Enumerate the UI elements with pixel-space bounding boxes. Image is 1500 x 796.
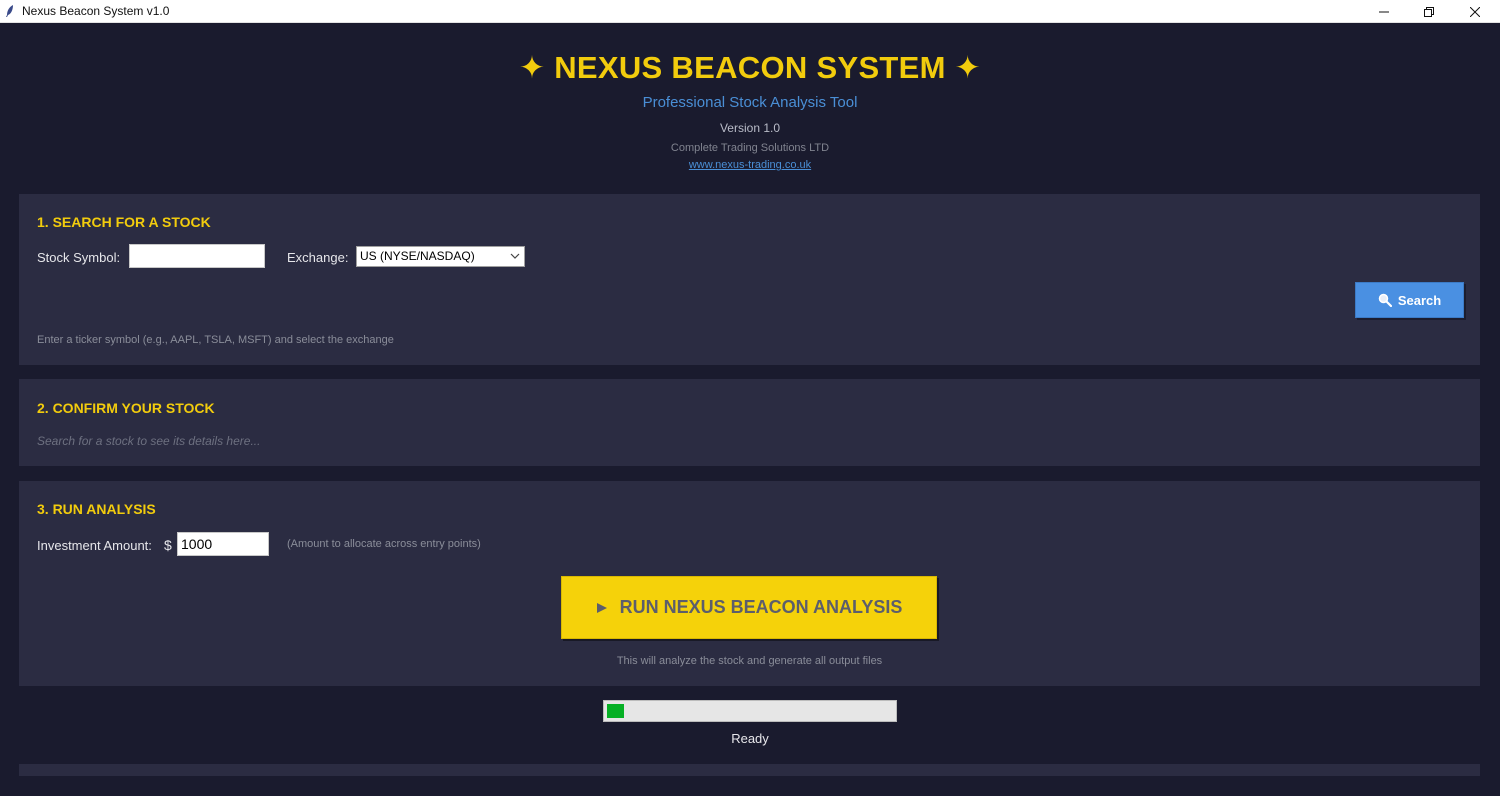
stock-details-placeholder: Search for a stock to see its details he… (37, 434, 261, 448)
investment-hint: (Amount to allocate across entry points) (287, 538, 481, 550)
restore-icon (1424, 6, 1434, 17)
version-label: Version 1.0 (719, 121, 781, 135)
play-icon (596, 602, 607, 613)
search-panel: 1. SEARCH FOR A STOCK Stock Symbol: Exch… (19, 194, 1480, 365)
search-button[interactable]: Search (1355, 282, 1464, 318)
minimize-icon (1379, 11, 1389, 12)
company-label: Complete Trading Solutions LTD (670, 142, 830, 154)
search-icon (1378, 293, 1392, 307)
analysis-section-title: 3. RUN ANALYSIS (37, 501, 156, 517)
run-analysis-label: RUN NEXUS BEACON ANALYSIS (619, 597, 903, 617)
website-link[interactable]: www.nexus-trading.co.uk (689, 159, 811, 171)
app-title: ✦ NEXUS BEACON SYSTEM ✦ (519, 50, 981, 85)
run-hint: This will analyze the stock and generate… (616, 655, 883, 667)
run-analysis-button[interactable]: RUN NEXUS BEACON ANALYSIS (561, 576, 937, 639)
analysis-panel: 3. RUN ANALYSIS Investment Amount: $ (Am… (19, 481, 1480, 686)
close-button[interactable] (1452, 0, 1498, 23)
search-button-label: Search (1397, 292, 1442, 308)
exchange-select[interactable]: US (NYSE/NASDAQ) (356, 246, 525, 267)
stock-symbol-input[interactable] (129, 244, 265, 268)
confirm-section-title: 2. CONFIRM YOUR STOCK (37, 400, 215, 416)
app-subtitle: Professional Stock Analysis Tool (642, 94, 858, 111)
close-icon (1470, 6, 1480, 17)
search-section-title: 1. SEARCH FOR A STOCK (37, 214, 211, 230)
output-panel (19, 764, 1480, 776)
minimize-button[interactable] (1361, 0, 1407, 23)
confirm-panel: 2. CONFIRM YOUR STOCK Search for a stock… (19, 379, 1480, 466)
stock-symbol-label: Stock Symbol: (37, 250, 121, 265)
exchange-label: Exchange: (287, 250, 349, 265)
investment-amount-label: Investment Amount: (37, 538, 152, 553)
restore-button[interactable] (1406, 0, 1452, 23)
progress-fill (607, 704, 624, 718)
window-title: Nexus Beacon System v1.0 (22, 4, 170, 18)
feather-icon (6, 5, 13, 17)
status-label: Ready (731, 731, 769, 746)
investment-amount-input[interactable] (177, 532, 269, 556)
currency-symbol: $ (164, 537, 172, 553)
window-titlebar: Nexus Beacon System v1.0 (0, 0, 1500, 23)
chevron-down-icon (510, 253, 520, 259)
search-hint: Enter a ticker symbol (e.g., AAPL, TSLA,… (37, 334, 394, 346)
exchange-selected-value: US (NYSE/NASDAQ) (360, 249, 475, 263)
progress-bar (603, 700, 897, 722)
